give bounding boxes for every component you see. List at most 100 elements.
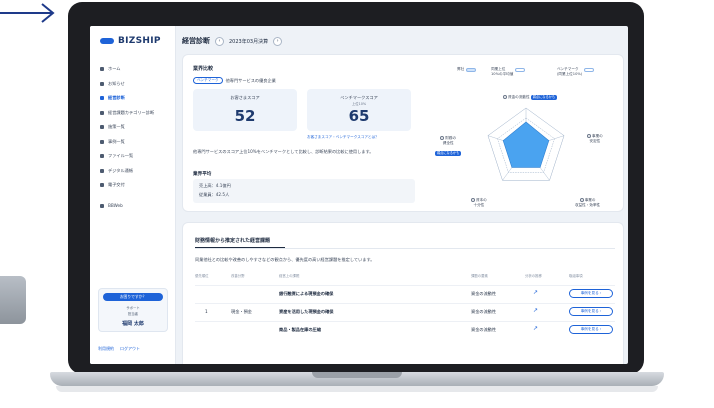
issue-cell: 資産を活用した現預金の確保 [279,309,334,314]
sidebar-item-label: 電子交付 [108,182,125,188]
laptop-edge-fragment [0,276,26,324]
trend-up-icon: ↗ [533,325,539,332]
customer-score-label: お客さまスコア [230,95,260,100]
view-cases-button[interactable]: 事例を見る › [569,307,613,316]
industry-average-title: 業界平均 [193,172,212,177]
sidebar-item-bbweb[interactable]: BBWeb [100,199,172,214]
customer-score-box: お客さまスコア 52 [193,89,297,131]
promo-stage: BIZSHIP ホーム お知らせ 経営診断 経営課題カテゴリー診断 施策一覧 事… [0,0,714,408]
column-header: 取組事項 [569,274,583,278]
average-employees: 従業員：42.5人 [199,192,230,197]
area-cell: 現金・預金 [231,309,252,314]
average-sales: 売上高：4.1億円 [199,183,231,188]
laptop-shadow [56,386,658,392]
benchmark-score-sub: 上位10% [351,102,367,106]
info-icon [471,198,475,202]
sidebar-item-label: お知らせ [108,80,125,86]
legend-swatch [584,68,595,72]
column-header: 優先順位 [195,274,209,278]
divider [195,248,615,249]
view-cases-button[interactable]: 事例を見る › [569,289,613,298]
sidebar-item-cases[interactable]: 事例一覧 [100,135,172,150]
home-icon [100,67,104,72]
help-role-label: 担当者 [127,312,139,316]
axis-label-text: 資金の流動性 [508,95,530,99]
weakness-badge: 弱点になるかも [435,151,462,156]
sidebar-item-label: 経営診断 [108,95,125,101]
axis-label-soundness: 財務の 健全性 弱点になるかも [435,131,462,156]
view-cases-button[interactable]: 事例を見る › [569,325,613,334]
issue-cell: 商品・製品在庫の圧縮 [279,327,321,332]
sidebar-item-files[interactable]: ファイル一覧 [100,149,172,164]
legend-label: 弊社 [457,67,465,71]
issues-description: 同業他社との比較や改善のしやすさなどの観点から、優先度の高い経営課題を推定してい… [195,257,375,262]
help-contact-name: 福岡 太郎 [122,321,144,327]
axis-label-text: 財務の 健全性 [442,136,457,145]
sidebar-item-diagnosis[interactable]: 経営診断 [100,91,172,106]
book-icon [100,139,104,144]
issues-title: 財務情報から推定された経営課題 [195,238,271,244]
industry-row: ベンチマーク 他専門サービスの優良企業 [193,77,276,84]
sidebar-item-news[interactable]: お知らせ [100,77,172,92]
trend-up-icon: ↗ [533,289,539,296]
axis-label-profitability: 事業の 収益性・効率性 [575,193,600,208]
info-icon [587,134,591,138]
sidebar-item-label: ホーム [108,66,121,72]
legend-item: ベンチマーク (同業上位10%) [557,67,595,77]
footer-links: 利用規約 ログアウト [98,346,140,352]
element-cell: 資金の流動性 [471,327,497,332]
comparison-description: 他専門サービスのスコア上位10%をベンチマークとして比較し、診断結果の比較に使用… [193,149,374,154]
sidebar-item-label: 経営課題カテゴリー診断 [108,109,155,115]
axis-label-capital: 資本の 十分性 [471,193,487,208]
axis-label-text: 事業の 収益性・効率性 [575,198,601,207]
sidebar: BIZSHIP ホーム お知らせ 経営診断 経営課題カテゴリー診断 施策一覧 事… [90,26,176,364]
sidebar-item-digital-passbook[interactable]: デジタル通帳 [100,164,172,179]
legend-swatch [466,68,477,72]
issue-cell: 銀行融資による現預金の確保 [279,291,334,296]
external-icon [100,203,104,208]
help-button[interactable]: お困りですか？ [103,293,163,301]
prev-period-button[interactable]: ‹ [215,36,224,46]
next-period-button[interactable]: › [273,36,283,46]
logout-link[interactable]: ログアウト [120,346,140,352]
rank-cell: 1 [205,309,208,314]
logo-text: BIZSHIP [118,36,161,46]
benchmark-score-box: ベンチマークスコア 上位10% 65 [307,89,411,131]
legend-label: 同業上位 10%の平均値 [491,67,514,76]
help-box: お困りですか？ サポート 担当者 福岡 太郎 [98,288,168,332]
logo[interactable]: BIZSHIP [100,36,161,46]
axis-label-stability: 事業の 安定性 [587,129,603,144]
element-cell: 資金の流動性 [471,291,497,296]
table-row: 銀行融資による現預金の確保 資金の流動性 ↗ 事例を見る › [195,285,615,301]
sidebar-item-label: デジタル通帳 [108,167,134,173]
list-icon [100,110,104,115]
axis-label-liquidity: 資金の流動性 弱点になるかも [503,95,558,100]
document-icon [100,183,104,188]
main-content: 経営診断 ‹ 2023年03月決算 › 業界比較 ベンチマーク 他専門サービスの… [176,26,628,364]
legend-item: 弊社 [457,67,477,72]
chart-icon [100,96,104,101]
laptop-screen: BIZSHIP ホーム お知らせ 経営診断 経営課題カテゴリー診断 施策一覧 事… [90,26,628,364]
sidebar-item-category-diagnosis[interactable]: 経営課題カテゴリー診断 [100,106,172,121]
benchmark-score-value: 65 [348,107,370,125]
sidebar-item-label: BBWeb [108,203,123,209]
industry-average-box: 売上高：4.1億円 従業員：42.5人 [193,179,415,203]
column-header: 改善分野 [231,274,245,278]
axis-label-text: 資本の 十分性 [473,198,487,207]
legend-label: ベンチマーク (同業上位10%) [557,67,583,76]
sidebar-item-e-delivery[interactable]: 電子交付 [100,178,172,193]
trend-up-icon: ↗ [533,307,539,314]
industry-comparison-card: 業界比較 ベンチマーク 他専門サービスの優良企業 お客さまスコア 52 ベンチマ… [182,54,624,212]
sidebar-item-home[interactable]: ホーム [100,62,172,77]
column-header: 経営上の課題 [279,274,300,278]
benchmark-tag: ベンチマーク [193,77,223,84]
legend-item: 同業上位 10%の平均値 [491,67,526,77]
weakness-badge: 弱点になるかも [530,95,558,100]
table-row: 1 現金・預金 資産を活用した現預金の確保 資金の流動性 ↗ 事例を見る › [195,303,615,319]
sidebar-item-measures[interactable]: 施策一覧 [100,120,172,135]
benchmark-help-link[interactable]: お客さまスコア・ベンチマークスコアとは？ [307,135,379,140]
column-header: 課題の要素 [471,274,488,278]
star-icon [100,125,104,130]
terms-link[interactable]: 利用規約 [98,346,114,352]
laptop-notch [312,372,402,378]
